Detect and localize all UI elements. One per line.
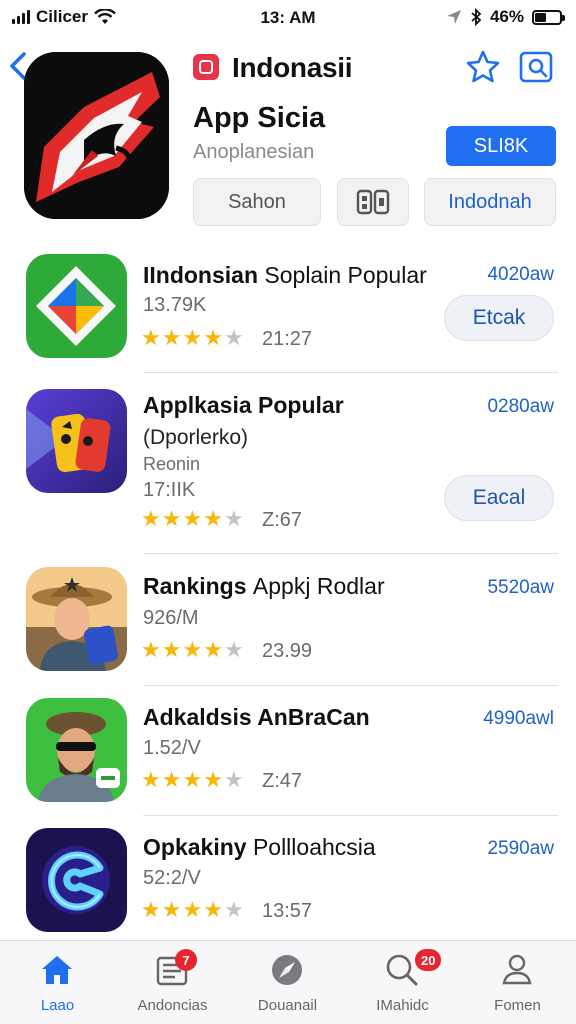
star-filled-icon: ★ bbox=[161, 506, 182, 531]
star-filled-icon: ★ bbox=[161, 325, 182, 350]
star-filled-icon: ★ bbox=[161, 897, 182, 922]
app-developer: (Dporlerko) bbox=[143, 426, 249, 449]
primary-action-button[interactable]: SLI8K bbox=[446, 126, 556, 166]
star-filled-icon: ★ bbox=[141, 767, 161, 792]
tab-label: Douanail bbox=[257, 997, 318, 1014]
rating-value: Z:67 bbox=[262, 509, 303, 531]
star-filled-icon: ★ bbox=[182, 897, 203, 922]
home-icon bbox=[42, 956, 72, 984]
star-filled-icon: ★ bbox=[141, 325, 161, 350]
star-filled-icon: ★ bbox=[141, 637, 161, 662]
list-item[interactable]: Opkakiny Pollloahcsia 52:2/V ★ ★ ★ ★ ★ 13:57… bbox=[0, 816, 576, 936]
star-filled-icon: ★ bbox=[203, 506, 223, 531]
star-filled-icon: ★ bbox=[203, 767, 223, 792]
divider bbox=[143, 553, 558, 554]
search-icon[interactable] bbox=[516, 48, 556, 86]
notification-badge: 7 bbox=[175, 949, 197, 971]
app-title: Adkaldsis AnBraCan bbox=[143, 704, 370, 730]
featured-app-icon[interactable] bbox=[24, 52, 169, 219]
star-filled-icon: ★ bbox=[182, 506, 203, 531]
segment-button-2[interactable]: Indodnah bbox=[424, 178, 556, 226]
star-empty-icon: ★ bbox=[223, 897, 244, 922]
status-bar: Cilicer 13: AM 46% bbox=[0, 0, 576, 36]
app-category: Reonin bbox=[143, 454, 201, 474]
app-icon bbox=[26, 698, 127, 802]
app-icon bbox=[26, 828, 127, 932]
grid-view-button[interactable] bbox=[337, 178, 409, 226]
tab-news[interactable]: 7 Andoncias bbox=[115, 941, 230, 1024]
app-title: Opkakiny Pollloahcsia bbox=[143, 834, 376, 860]
grid-icon bbox=[356, 189, 390, 215]
page-title: App Sicia bbox=[193, 102, 326, 134]
notification-badge: 20 bbox=[415, 949, 442, 971]
segment-button-1[interactable]: Sahon bbox=[193, 178, 321, 226]
rating-value: 13:57 bbox=[262, 900, 313, 922]
star-empty-icon: ★ bbox=[223, 637, 244, 662]
star-empty-icon: ★ bbox=[223, 506, 244, 531]
battery-percent: 46% bbox=[489, 7, 524, 26]
list-item[interactable]: Applkasia Popular (Dporlerko) Reonin 17:… bbox=[0, 372, 576, 554]
star-rating: ★ ★ ★ ★ ★ bbox=[141, 639, 244, 661]
star-rating: ★ ★ ★ ★ ★ bbox=[141, 508, 244, 530]
tab-label: Fomen bbox=[494, 997, 541, 1014]
star-filled-icon: ★ bbox=[182, 767, 203, 792]
star-filled-icon: ★ bbox=[182, 637, 203, 662]
store-region-title: Indonasii bbox=[232, 52, 353, 83]
get-button[interactable]: Etcak bbox=[444, 295, 554, 341]
app-price: 4020aw bbox=[487, 264, 554, 285]
app-badge-icon bbox=[193, 54, 219, 80]
app-downloads: 926/M bbox=[143, 607, 199, 629]
star-filled-icon: ★ bbox=[141, 506, 161, 531]
app-icon bbox=[26, 389, 127, 493]
bluetooth-icon bbox=[471, 8, 482, 26]
star-empty-icon: ★ bbox=[223, 325, 244, 350]
location-icon bbox=[446, 10, 461, 24]
app-title: Applkasia Popular bbox=[143, 392, 344, 418]
app-title: IIndonsian Soplain Popular bbox=[143, 262, 427, 288]
list-item[interactable]: Adkaldsis AnBraCan 1.52/V ★ ★ ★ ★ ★ Z:47 499… bbox=[0, 686, 576, 816]
app-downloads: 13.79K bbox=[143, 294, 207, 316]
star-icon[interactable] bbox=[464, 48, 502, 86]
tab-search[interactable]: 20 IMahidc bbox=[345, 941, 460, 1024]
star-filled-icon: ★ bbox=[141, 897, 161, 922]
list-item[interactable]: IIndonsian Soplain Popular 13.79K ★ ★ ★ ★ ★ … bbox=[0, 252, 576, 373]
get-button[interactable]: Eacal bbox=[444, 475, 554, 521]
app-downloads: 17:IIK bbox=[143, 479, 196, 501]
star-empty-icon: ★ bbox=[223, 767, 244, 792]
star-filled-icon: ★ bbox=[161, 637, 182, 662]
tab-home[interactable]: Laao bbox=[0, 941, 115, 1024]
app-price: 0280aw bbox=[487, 396, 554, 417]
tab-bar: Laao 7 Andoncias Douanail 20 IMahidc Fom… bbox=[0, 940, 576, 1024]
app-price: 4990awl bbox=[483, 708, 554, 729]
page-subtitle: Anoplanesian bbox=[193, 141, 315, 163]
star-rating: ★ ★ ★ ★ ★ bbox=[141, 327, 244, 349]
person-icon bbox=[502, 954, 532, 985]
rating-value: Z:47 bbox=[262, 770, 303, 792]
tab-label: Laao bbox=[40, 997, 75, 1014]
app-downloads: 1.52/V bbox=[143, 737, 201, 759]
star-filled-icon: ★ bbox=[203, 637, 223, 662]
star-rating: ★ ★ ★ ★ ★ bbox=[141, 769, 244, 791]
app-price: 2590aw bbox=[487, 838, 554, 859]
app-downloads: 52:2/V bbox=[143, 867, 201, 889]
star-filled-icon: ★ bbox=[203, 897, 223, 922]
tab-label: IMahidc bbox=[376, 997, 429, 1014]
compass-icon bbox=[272, 955, 302, 985]
rating-value: 23.99 bbox=[262, 640, 313, 662]
app-price: 5520aw bbox=[487, 577, 554, 598]
list-item[interactable]: Rankings Appkj Rodlar 926/M ★ ★ ★ ★ ★ 23.99 … bbox=[0, 555, 576, 686]
tab-label: Andoncias bbox=[137, 997, 208, 1014]
app-title: Rankings Appkj Rodlar bbox=[143, 573, 385, 599]
app-icon bbox=[26, 567, 127, 671]
star-filled-icon: ★ bbox=[182, 325, 203, 350]
tab-discover[interactable]: Douanail bbox=[230, 941, 345, 1024]
star-filled-icon: ★ bbox=[203, 325, 223, 350]
star-filled-icon: ★ bbox=[161, 767, 182, 792]
rating-value: 21:27 bbox=[262, 328, 313, 350]
tab-profile[interactable]: Fomen bbox=[460, 941, 575, 1024]
app-icon bbox=[26, 254, 127, 358]
star-rating: ★ ★ ★ ★ ★ bbox=[141, 899, 244, 921]
battery-icon bbox=[532, 9, 565, 25]
